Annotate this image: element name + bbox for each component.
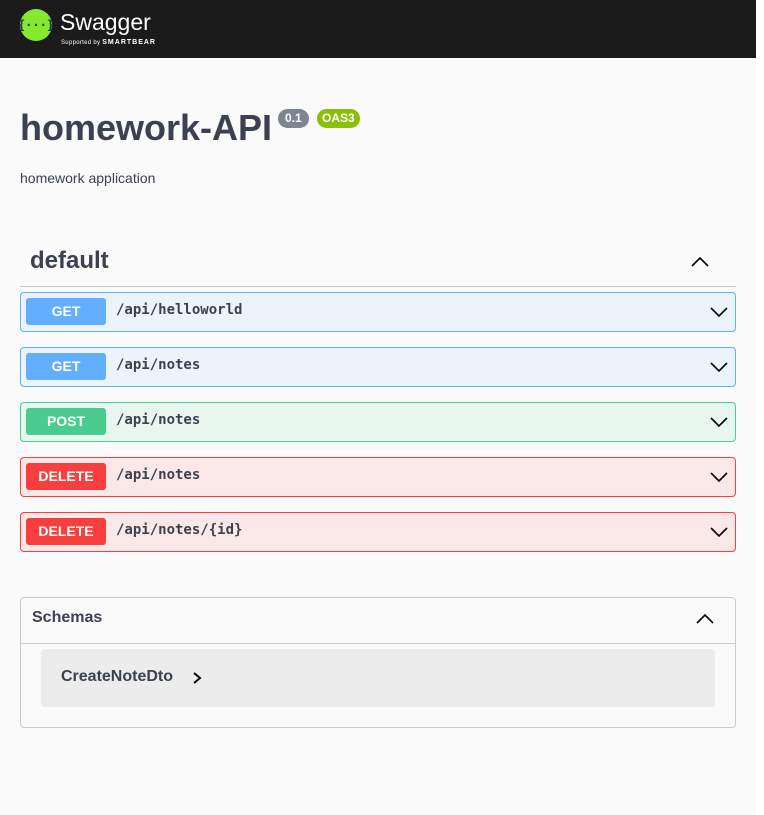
model-name: CreateNoteDto — [61, 668, 174, 685]
schema-model-createnotedto[interactable]: CreateNoteDto — [41, 649, 715, 707]
schemas-header[interactable]: Schemas — [21, 598, 735, 644]
method-badge: DELETE — [26, 518, 106, 545]
operation-delete-note-by-id[interactable]: DELETE /api/notes/{id} — [20, 512, 736, 552]
operation-path: /api/notes — [116, 412, 201, 428]
swagger-brand[interactable]: Swagger — [60, 9, 151, 35]
chevron-down-icon[interactable] — [709, 302, 729, 322]
method-badge: DELETE — [26, 463, 106, 490]
operation-get-notes[interactable]: GET /api/notes — [20, 347, 736, 387]
chevron-down-icon[interactable] — [709, 522, 729, 542]
tag-section-header[interactable]: default — [20, 240, 736, 287]
chevron-up-icon[interactable] — [695, 609, 715, 629]
tag-title: default — [30, 247, 109, 274]
operation-path: /api/helloworld — [116, 302, 243, 318]
method-badge: GET — [26, 353, 106, 380]
operation-path: /api/notes — [116, 467, 201, 483]
oas-badge: OAS3 — [317, 109, 360, 128]
operation-get-helloworld[interactable]: GET /api/helloworld — [20, 292, 736, 332]
method-badge: GET — [26, 298, 106, 325]
operation-path: /api/notes/{id} — [116, 522, 243, 538]
topbar: {···} Swagger Supported by SMARTBEAR — [0, 0, 756, 58]
tagline-prefix: Supported by — [61, 40, 101, 46]
schemas-section: Schemas CreateNoteDto — [20, 597, 736, 728]
swagger-tagline: Supported by SMARTBEAR — [61, 39, 156, 46]
api-description: homework application — [20, 170, 156, 186]
chevron-down-icon[interactable] — [709, 467, 729, 487]
swagger-logo-icon[interactable]: {···} — [17, 9, 55, 41]
operation-post-notes[interactable]: POST /api/notes — [20, 402, 736, 442]
operation-delete-notes[interactable]: DELETE /api/notes — [20, 457, 736, 497]
operation-path: /api/notes — [116, 357, 201, 373]
api-title: homework-API — [20, 107, 273, 148]
chevron-down-icon[interactable] — [709, 357, 729, 377]
version-badge: 0.1 — [278, 109, 309, 128]
chevron-right-icon[interactable] — [191, 671, 203, 685]
chevron-up-icon[interactable] — [690, 252, 710, 272]
tagline-brand: SMARTBEAR — [102, 39, 156, 46]
scrollbar-gutter — [756, 0, 764, 815]
method-badge: POST — [26, 408, 106, 435]
chevron-down-icon[interactable] — [709, 412, 729, 432]
schemas-title: Schemas — [32, 609, 103, 626]
logo-glyph: {···} — [17, 18, 55, 32]
